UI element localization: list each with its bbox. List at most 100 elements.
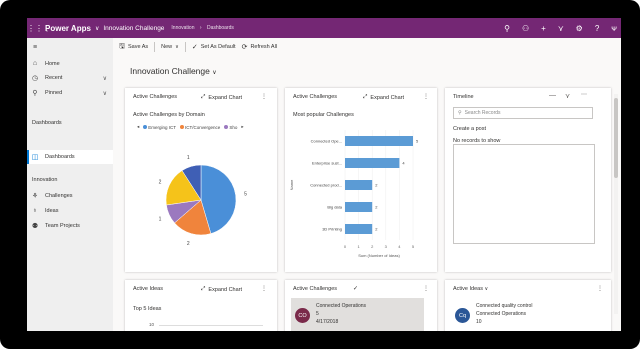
dashboard-title[interactable]: Innovation Challenge ∨ xyxy=(130,66,217,76)
add-icon[interactable]: + xyxy=(541,24,546,33)
sidebar-label: Home xyxy=(45,60,60,67)
legend-next-icon[interactable]: ▸ xyxy=(241,124,243,130)
filter-icon[interactable]: ⋎ xyxy=(558,24,564,33)
expand-chart-button[interactable]: ⤢ Expand Chart xyxy=(201,94,242,101)
bar[interactable] xyxy=(345,136,413,146)
card-title: Active Challenges xyxy=(293,94,338,100)
card-active-challenges-pie: Active Challenges ⤢ Expand Chart ⋮ Active… xyxy=(125,88,277,272)
more-options-icon[interactable]: ⋮ xyxy=(423,285,429,292)
card-timeline: Timeline — ⋎ ⋯ ⚲ Search Records Create a … xyxy=(445,88,611,272)
sidebar-menu-toggle[interactable]: ≡ xyxy=(31,44,109,51)
settings-icon[interactable]: ⚙ xyxy=(576,24,583,33)
checkmark-icon[interactable]: ✓ xyxy=(353,285,358,292)
card-title: Timeline xyxy=(453,94,474,100)
refresh-icon: ⟳ xyxy=(241,44,248,51)
pie-data-label: 1 xyxy=(187,155,190,161)
sidebar-item-home[interactable]: ⌂ Home xyxy=(31,60,109,67)
legend-prev-icon[interactable]: ◂ xyxy=(137,124,139,130)
bar[interactable] xyxy=(345,224,373,234)
x-tick-label: 5 xyxy=(412,244,415,249)
new-button[interactable]: New ∨ xyxy=(161,44,179,50)
legend-item: ICT/Convergence xyxy=(180,125,220,130)
legend-swatch xyxy=(143,125,148,130)
chevron-down-icon[interactable]: ∨ xyxy=(95,25,99,32)
save-icon: 🖫 xyxy=(119,42,125,50)
app-name[interactable]: Innovation Challenge xyxy=(103,25,164,32)
dashboard-title-text: Innovation Challenge xyxy=(130,66,210,76)
pie-chart[interactable]: 5 2 1 2 1 xyxy=(125,136,277,266)
bar-data-label: 5 xyxy=(416,139,419,144)
sidebar-item-dashboards[interactable]: ◫ Dashboards xyxy=(31,153,109,161)
page-scrollbar-thumb[interactable] xyxy=(614,98,618,178)
sidebar-item-pinned[interactable]: ⚲ Pinned ∨ xyxy=(31,89,109,97)
divider xyxy=(154,42,156,52)
timeline-search-input[interactable]: ⚲ Search Records xyxy=(453,107,593,119)
chevron-down-icon: ∨ xyxy=(212,70,217,76)
assistant-icon[interactable]: ⚇ xyxy=(522,24,529,33)
list-item-text: Connected Operations 5 4/17/2018 xyxy=(316,302,366,326)
sidebar-item-team-projects[interactable]: ⚉ Team Projects xyxy=(31,222,109,230)
add-icon[interactable]: — xyxy=(549,92,556,99)
chevron-down-icon: ∨ xyxy=(175,44,179,50)
legend-item: Emerging ICT xyxy=(143,125,176,130)
brand-title[interactable]: Power Apps xyxy=(45,24,91,33)
list-item[interactable]: Cq Connected quality control Connected O… xyxy=(451,298,584,331)
x-tick-label: 2 xyxy=(371,244,374,249)
bar[interactable] xyxy=(345,158,400,168)
card-active-challenges-bar: Active Challenges ⤢ Expand Chart ⋮ Most p… xyxy=(285,88,437,272)
expand-chart-button[interactable]: ⤢ Expand Chart xyxy=(363,94,404,101)
more-options-icon[interactable]: ⋮ xyxy=(597,285,603,292)
set-default-button[interactable]: ✓ Set As Default xyxy=(192,43,236,51)
bar-chart[interactable]: 0 1 2 3 4 5 Connected Ope... 5 Enterprise sust..… xyxy=(285,124,437,270)
search-icon[interactable]: ⚲ xyxy=(504,24,510,33)
card-title: Active Ideas ∨ xyxy=(453,286,488,292)
more-options-icon[interactable]: ⋮ xyxy=(261,93,267,100)
save-as-label: Save As xyxy=(127,44,149,50)
records-box xyxy=(453,144,595,244)
expand-label: Expand Chart xyxy=(370,94,405,101)
breadcrumb-dashboards[interactable]: Dashboards xyxy=(207,25,234,31)
breadcrumb-separator-icon: › xyxy=(199,25,202,31)
sidebar-item-ideas[interactable]: ♁ Ideas xyxy=(31,207,109,214)
card-title-text: Active Ideas xyxy=(453,286,483,292)
more-options-icon[interactable]: ⋯ xyxy=(581,91,587,98)
sidebar-section-innovation: Innovation xyxy=(32,177,58,183)
row-title: Connected Operations xyxy=(316,303,367,309)
pie-data-label: 1 xyxy=(159,217,162,223)
legend-label: Emerging ICT xyxy=(148,124,177,130)
home-icon: ⌂ xyxy=(32,60,38,67)
bar[interactable] xyxy=(345,202,373,212)
card-title: Active Challenges xyxy=(293,286,338,292)
checkmark-icon: ✓ xyxy=(191,44,198,51)
breadcrumb-innovation[interactable]: Innovation xyxy=(171,25,194,31)
pin-icon: ⚲ xyxy=(32,90,38,97)
sidebar-item-challenges[interactable]: ⚘ Challenges xyxy=(31,192,109,200)
legend-swatch xyxy=(224,125,229,130)
list-item[interactable]: CO Connected Operations 5 4/17/2018 xyxy=(291,298,424,331)
row-value: 5 xyxy=(316,311,319,317)
user-icon[interactable]: ᴪ xyxy=(611,24,617,33)
chevron-down-icon[interactable]: ∨ xyxy=(485,286,489,292)
filter-icon[interactable]: ⋎ xyxy=(565,92,570,100)
refresh-all-button[interactable]: ⟳ Refresh All xyxy=(242,43,277,51)
x-tick-label: 1 xyxy=(357,244,360,249)
divider xyxy=(184,42,186,52)
expand-label: Expand Chart xyxy=(208,286,243,293)
search-icon: ⚲ xyxy=(458,110,462,116)
sidebar-item-recent[interactable]: ◷ Recent ∨ xyxy=(31,74,109,82)
app-screen: ⋮⋮⋮ Power Apps ∨ Innovation Challenge In… xyxy=(27,18,621,331)
avatar: Cq xyxy=(455,308,470,323)
more-options-icon[interactable]: ⋮ xyxy=(261,285,267,292)
help-icon[interactable]: ? xyxy=(595,24,599,33)
bar[interactable] xyxy=(345,180,373,190)
x-tick-label: 3 xyxy=(385,244,388,249)
create-post-link[interactable]: Create a post xyxy=(453,126,486,132)
expand-chart-button[interactable]: ⤢ Expand Chart xyxy=(201,286,242,293)
app-launcher-icon[interactable]: ⋮⋮⋮ xyxy=(27,24,51,33)
new-label: New xyxy=(161,44,173,50)
save-as-button[interactable]: 🖫 Save As xyxy=(119,42,148,53)
card-active-ideas-chart: Active Ideas ⤢ Expand Chart ⋮ Top 5 Ideas… xyxy=(125,280,277,331)
sidebar-label: Pinned xyxy=(45,90,63,96)
more-options-icon[interactable]: ⋮ xyxy=(423,93,429,100)
axis-tick-label: 10 xyxy=(149,322,155,327)
